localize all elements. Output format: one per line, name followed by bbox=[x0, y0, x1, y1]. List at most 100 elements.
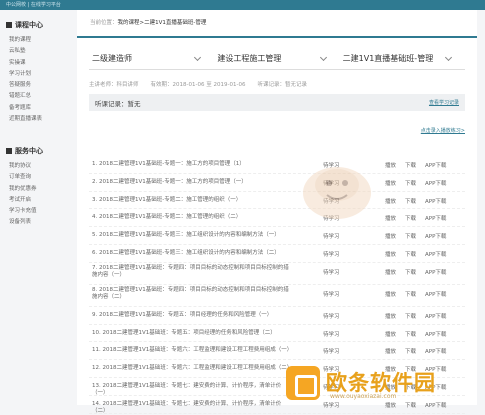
lesson-title: 4. 2018二建管理1V1基础班-专题二：施工管理的组织（二） bbox=[92, 214, 242, 221]
lesson-title: 6. 2018二建管理1V1基础班-专题三：施工组织设计的内容和编制方法（二） bbox=[92, 249, 280, 256]
top-bar: 中公网校 | 在线学习平台 bbox=[0, 0, 485, 10]
study-record-bar: 听课记录：暂无 查看学习记录 bbox=[89, 94, 465, 111]
sidebar-item-agreements[interactable]: 我的协议 bbox=[6, 161, 43, 172]
lesson-title: 1. 2018二建管理1V1基础班-专题一：施工方的项目管理（1） bbox=[92, 161, 245, 167]
lesson-title: 9. 2018二建管理1V1基础班：专题五：项目经理的任务和风险管理（一） bbox=[92, 311, 273, 318]
lesson-status: 待学习 bbox=[323, 251, 340, 258]
chevron-down-icon bbox=[444, 53, 453, 62]
play-button[interactable]: 播放 bbox=[385, 214, 396, 222]
lesson-title: 12. 2018二建管理1V1基础班：专题六：工程监理和建设工程工程费用组成（二… bbox=[92, 365, 293, 372]
sidebar-item-cloud-school[interactable]: 云私塾 bbox=[6, 46, 43, 57]
lesson-row: 3. 2018二建管理1V1基础班-专题二：施工管理的组织（一） 待学习 播放 … bbox=[89, 192, 465, 210]
chevron-down-icon bbox=[194, 53, 202, 62]
sidebar-item-qa[interactable]: 答疑服务 bbox=[6, 80, 43, 91]
lesson-title: 7. 2018二建管理1V1基础班：专题四：项目目标的动态控制和项目目标控制的措… bbox=[92, 264, 289, 278]
sidebar-item-live-schedule[interactable]: 近期直播课表 bbox=[6, 114, 43, 125]
sidebar: 课程中心 我的课程 云私塾 实操课 学习计划 答疑服务 错题汇总 备考题库 近期… bbox=[0, 10, 72, 405]
download-button[interactable]: 下载 bbox=[405, 312, 416, 320]
sidebar-item-card-recharge[interactable]: 学习卡充值 bbox=[6, 206, 43, 217]
play-button[interactable]: 播放 bbox=[385, 197, 396, 205]
play-button[interactable]: 播放 bbox=[385, 179, 396, 187]
service-center-icon bbox=[6, 148, 12, 154]
breadcrumb: 当前位置：我的课程>二建1V1直播基础班-管理 bbox=[90, 20, 207, 26]
sidebar-section-service-title: 服务中心 bbox=[6, 146, 43, 156]
course-info: 主讲老师：科目讲师 有效期：2018-01-06 至 2019-01-06 听课… bbox=[89, 80, 307, 88]
teacher-info: 主讲老师：科目讲师 bbox=[89, 82, 139, 88]
play-button[interactable]: 播放 bbox=[385, 290, 396, 298]
lesson-row: 8. 2018二建管理1V1基础班：专题四：项目目标的动态控制和项目目标控制的措… bbox=[89, 285, 465, 307]
sidebar-section-course-title: 课程中心 bbox=[6, 20, 43, 30]
lesson-status: 待学习 bbox=[323, 349, 340, 356]
lesson-status: 待学习 bbox=[323, 269, 340, 276]
app-download-button[interactable]: APP下载 bbox=[425, 268, 446, 276]
validity-info: 有效期：2018-01-06 至 2019-01-06 bbox=[150, 82, 246, 88]
class-select[interactable]: 二建1V1直播基础班-管理 bbox=[340, 48, 465, 69]
sidebar-item-study-plan[interactable]: 学习计划 bbox=[6, 69, 43, 80]
app-download-button[interactable]: APP下载 bbox=[425, 250, 446, 258]
lesson-title: 2. 2018二建管理1V1基础班-专题一：施工方的项目管理（一） bbox=[92, 178, 247, 185]
lesson-status: 待学习 bbox=[323, 331, 340, 338]
watermark-url: www.ouyaoxiazai.com bbox=[330, 393, 397, 400]
sidebar-item-practice[interactable]: 实操课 bbox=[6, 58, 43, 69]
play-button[interactable]: 播放 bbox=[385, 330, 396, 338]
download-button[interactable]: 下载 bbox=[405, 232, 416, 240]
download-button[interactable]: 下载 bbox=[405, 179, 416, 187]
app-download-button[interactable]: APP下载 bbox=[425, 312, 446, 320]
play-button[interactable]: 播放 bbox=[385, 312, 396, 320]
sidebar-item-devices[interactable]: 设备列表 bbox=[6, 217, 43, 228]
top-bar-text: 中公网校 | 在线学习平台 bbox=[6, 2, 61, 8]
subject-select[interactable]: 建设工程施工管理 bbox=[214, 48, 339, 69]
download-button[interactable]: 下载 bbox=[405, 214, 416, 222]
lesson-status: 待学习 bbox=[323, 313, 340, 320]
lesson-row: 11. 2018二建管理1V1基础班：专题六：工程监理和建设工程工程费用组成（一… bbox=[89, 342, 465, 361]
app-download-button[interactable]: APP下载 bbox=[425, 197, 446, 205]
play-button[interactable]: 播放 bbox=[385, 347, 396, 355]
lesson-status: 待学习 bbox=[323, 291, 340, 298]
download-button[interactable]: 下载 bbox=[405, 197, 416, 205]
lesson-title: 14. 2018二建管理1V1基础班：专题七：建安费的计算、计价程序，清单计价（… bbox=[92, 400, 282, 414]
app-download-button[interactable]: APP下载 bbox=[425, 290, 446, 298]
app-download-button[interactable]: APP下载 bbox=[425, 161, 446, 169]
lesson-title: 11. 2018二建管理1V1基础班：专题六：工程监理和建设工程工程费用组成（一… bbox=[92, 347, 293, 354]
app-download-button[interactable]: APP下载 bbox=[425, 347, 446, 355]
download-button[interactable]: 下载 bbox=[405, 250, 416, 258]
breadcrumb-path[interactable]: 我的课程>二建1V1直播基础班-管理 bbox=[118, 20, 207, 26]
course-selector-row: 二级建造师 建设工程施工管理 二建1V1直播基础班-管理 bbox=[89, 48, 465, 70]
app-download-button[interactable]: APP下载 bbox=[425, 214, 446, 222]
level-select[interactable]: 二级建造师 bbox=[89, 48, 214, 69]
lesson-row: 4. 2018二建管理1V1基础班-专题二：施工管理的组织（二） 待学习 播放 … bbox=[89, 209, 465, 228]
play-button[interactable]: 播放 bbox=[385, 232, 396, 240]
main-panel: 当前位置：我的课程>二建1V1直播基础班-管理 二级建造师 建设工程施工管理 二… bbox=[77, 10, 477, 414]
chevron-down-icon bbox=[319, 53, 327, 62]
play-button[interactable]: 播放 bbox=[385, 161, 396, 169]
download-button[interactable]: 下载 bbox=[405, 290, 416, 298]
app-download-button[interactable]: APP下载 bbox=[425, 232, 446, 240]
lesson-row: 5. 2018二建管理1V1基础班-专题三：施工组织设计的内容和编制方法（一） … bbox=[89, 227, 465, 245]
play-button[interactable]: 播放 bbox=[385, 250, 396, 258]
lesson-status: 待学习 bbox=[323, 234, 340, 241]
sidebar-item-orders[interactable]: 订单查询 bbox=[6, 172, 43, 183]
sidebar-item-question-bank[interactable]: 备考题库 bbox=[6, 103, 43, 114]
practice-entry-link[interactable]: 点击录入播放练习> bbox=[421, 127, 465, 134]
sidebar-item-wrong-answers[interactable]: 错题汇总 bbox=[6, 91, 43, 102]
download-button[interactable]: 下载 bbox=[405, 347, 416, 355]
lesson-row: 6. 2018二建管理1V1基础班-专题三：施工组织设计的内容和编制方法（二） … bbox=[89, 245, 465, 263]
course-center-icon bbox=[6, 22, 12, 28]
play-button[interactable]: 播放 bbox=[385, 268, 396, 276]
site-watermark: 欧条软件园 www.ouyaoxiazai.com bbox=[286, 365, 482, 403]
sidebar-section-service: 服务中心 我的协议 订单查询 我的优惠券 考试开启 学习卡充值 设备列表 bbox=[6, 146, 43, 229]
lesson-title: 10. 2018二建管理1V1基础班：专题五：项目经理的任务和风险管理（二） bbox=[92, 329, 276, 336]
download-button[interactable]: 下载 bbox=[405, 330, 416, 338]
view-study-record-link[interactable]: 查看学习记录 bbox=[429, 99, 459, 106]
sidebar-item-coupons[interactable]: 我的优惠券 bbox=[6, 184, 43, 195]
lesson-title: 3. 2018二建管理1V1基础班-专题二：施工管理的组织（一） bbox=[92, 196, 242, 203]
download-button[interactable]: 下载 bbox=[405, 161, 416, 169]
watermark-logo-icon bbox=[286, 366, 320, 400]
download-button[interactable]: 下载 bbox=[405, 268, 416, 276]
app-download-button[interactable]: APP下载 bbox=[425, 330, 446, 338]
sidebar-item-exam[interactable]: 考试开启 bbox=[6, 195, 43, 206]
sidebar-item-my-courses[interactable]: 我的课程 bbox=[6, 35, 43, 46]
lesson-row: 2. 2018二建管理1V1基础班-专题一：施工方的项目管理（一） 待学习 播放… bbox=[89, 174, 465, 192]
app-download-button[interactable]: APP下载 bbox=[425, 179, 446, 187]
accent-divider bbox=[77, 36, 477, 38]
